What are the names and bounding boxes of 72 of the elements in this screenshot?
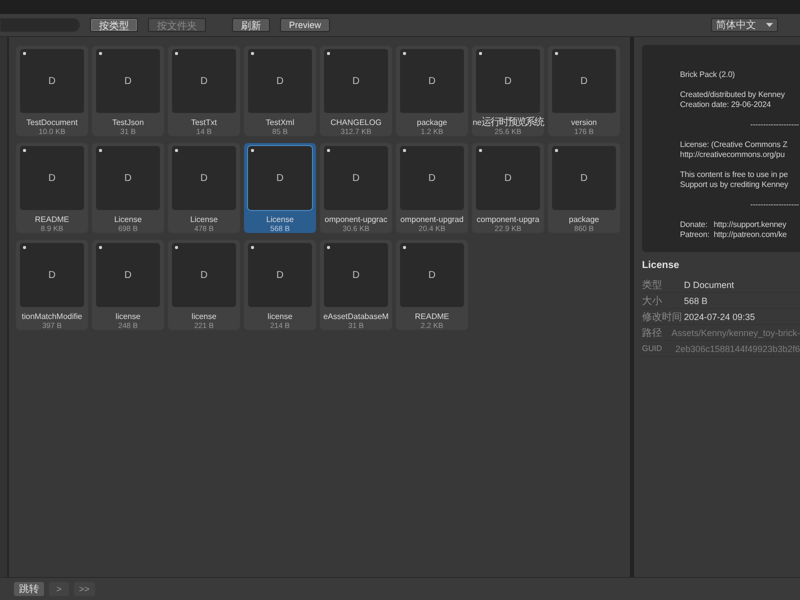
preview-text: Created/distributed by Kenney — [680, 90, 786, 100]
property-label: 大小 — [642, 294, 663, 308]
file-name: TestTxt — [191, 118, 217, 127]
separator-text: ------------------- — [750, 120, 799, 130]
file-name: tionMatchModifie — [22, 312, 82, 321]
file-name: CHANGELOG — [330, 118, 382, 127]
language-dropdown[interactable]: 简体中文 — [711, 18, 778, 32]
file-type-letter: D — [200, 270, 208, 280]
preview-text: Brick Pack (2.0) — [680, 70, 736, 80]
file-type-letter: D — [580, 172, 588, 184]
details-title: License — [642, 260, 680, 271]
file-type-letter: D — [124, 270, 132, 280]
preview-text: Creation date: 29-06-2024 — [680, 100, 772, 110]
file-name: ne运行时预览系统 — [472, 118, 544, 127]
property-value: D Document — [684, 280, 734, 290]
property-label: GUID — [642, 344, 663, 353]
file-type-letter: D — [48, 270, 56, 280]
file-name: TestXml — [266, 118, 294, 127]
file-name: License — [114, 215, 142, 224]
property-value: 568 B — [684, 296, 708, 306]
file-name: version — [571, 118, 597, 127]
pager-button[interactable]: 跳转 — [14, 582, 44, 596]
separator-text: ------------------- — [750, 200, 799, 210]
file-name: license — [268, 312, 292, 321]
toolbar-button[interactable]: Preview — [280, 18, 330, 32]
file-type-letter: D — [200, 172, 208, 184]
file-type-letter: D — [352, 172, 360, 184]
preview-text: This content is free to use in pe — [680, 170, 789, 180]
file-name: README — [414, 312, 450, 321]
file-type-letter: D — [352, 76, 360, 86]
file-type-letter: D — [124, 172, 132, 184]
file-type-letter: D — [428, 76, 436, 86]
file-name: component-upgra — [476, 215, 540, 224]
preview-text: Support us by crediting Kenney — [680, 180, 790, 190]
file-name: license — [116, 312, 140, 321]
file-type-letter: D — [200, 76, 208, 86]
toolbar-button[interactable]: 刷新 — [232, 18, 270, 32]
file-name: eAssetDatabaseM — [323, 312, 389, 321]
file-name: license — [192, 312, 216, 321]
property-value: 2024-07-24 09:35 — [684, 312, 756, 322]
property-value: 2eb306c1588144f49923b3b2f6 — [675, 344, 800, 354]
file-type-letter: D — [504, 76, 512, 86]
file-name: TestJson — [112, 118, 144, 127]
preview-text: License: (Creative Commons Z — [680, 140, 788, 150]
file-type-letter: D — [124, 76, 132, 86]
file-name: package — [416, 118, 448, 127]
toolbar-button[interactable]: 按类型 — [90, 18, 138, 32]
file-type-letter: D — [48, 172, 56, 184]
property-label: 修改时间 — [642, 310, 683, 324]
preview-text: http://creativecommons.org/pu — [680, 150, 786, 160]
file-name: License — [266, 215, 294, 224]
file-type-letter: D — [276, 76, 284, 86]
file-name: omponent-upgrad — [400, 215, 464, 224]
property-label: 路径 — [642, 326, 663, 340]
file-type-letter: D — [504, 172, 512, 184]
file-name: TestDocument — [26, 118, 78, 127]
file-name: package — [568, 215, 600, 224]
file-type-letter: D — [352, 270, 360, 280]
file-type-letter: D — [428, 270, 436, 280]
file-type-letter: D — [276, 172, 284, 184]
preview-text: Donate: http://support.kenney — [680, 220, 788, 230]
file-type-letter: D — [428, 172, 436, 184]
file-type-letter: D — [580, 76, 588, 86]
caret-icon — [766, 23, 773, 27]
file-type-letter: D — [276, 270, 284, 280]
file-type-letter: D — [48, 76, 56, 86]
property-value: Assets/Kenny/kenney_toy-brick- — [671, 328, 800, 338]
property-label: 类型 — [642, 278, 663, 292]
file-name: README — [34, 215, 70, 224]
file-name: omponent-upgrac — [324, 215, 388, 224]
file-name: License — [190, 215, 218, 224]
preview-text: Patreon: http://patreon.com/ke — [680, 230, 788, 240]
